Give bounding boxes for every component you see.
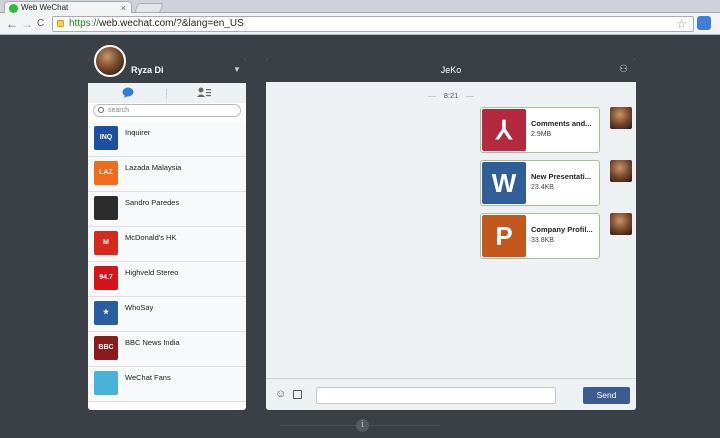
contact-avatar-icon: BBC: [94, 336, 118, 360]
contact-list: INQ Inquirer LAZ Lazada Malaysia Sandro Pare…: [88, 122, 246, 410]
contact-name: McDonald's HK: [125, 233, 177, 242]
contact-name: BBC News India: [125, 338, 180, 347]
file-type-icon: ⅄: [482, 109, 526, 151]
contact-item[interactable]: 94.7 Highveld Stereo: [88, 262, 246, 297]
contact-name: WhoSay: [125, 303, 154, 312]
wechat-favicon-icon: [9, 4, 18, 13]
file-message[interactable]: ⅄ Comments and... 2.9MB: [480, 107, 600, 153]
attach-file-icon[interactable]: [293, 390, 302, 399]
browser-toolbar: ← → C https://web.wechat.com/?&lang=en_U…: [0, 13, 720, 35]
file-size: 33.8KB: [531, 237, 554, 244]
back-icon[interactable]: ←: [6, 17, 18, 31]
chats-tab[interactable]: [108, 87, 148, 99]
info-icon[interactable]: i: [356, 419, 369, 432]
contact-item[interactable]: LAZ Lazada Malaysia: [88, 157, 246, 192]
composer: ☺ Send: [266, 378, 636, 410]
contact-name: WeChat Fans: [125, 373, 171, 382]
sender-avatar[interactable]: [610, 107, 632, 129]
contact-avatar-icon: ★: [94, 301, 118, 325]
search-placeholder: search: [108, 107, 130, 114]
url-scheme: https://: [69, 18, 100, 29]
user-name: Ryza Di: [131, 65, 164, 75]
profile-menu-caret-icon[interactable]: ▼: [233, 65, 241, 74]
browser-tab-bar: Web WeChat ×: [0, 0, 720, 14]
contact-item[interactable]: Sandro Paredes: [88, 192, 246, 227]
search-icon: [98, 107, 104, 113]
user-avatar[interactable]: [94, 45, 126, 77]
chat-panel: JeKo ⚇ 8:21 ⅄ Comments and... 2.9MB W New Pr…: [266, 58, 636, 410]
sender-avatar[interactable]: [610, 160, 632, 182]
reload-icon[interactable]: C: [37, 17, 44, 31]
time-label: 8:21: [435, 91, 467, 100]
contact-avatar-icon: LAZ: [94, 161, 118, 185]
contact-name: Sandro Paredes: [125, 198, 180, 207]
file-type-icon: P: [482, 215, 526, 257]
contact-avatar-icon: [94, 196, 118, 220]
contact-item[interactable]: M McDonald's HK: [88, 227, 246, 262]
file-message[interactable]: P Company Profil... 33.8KB: [480, 213, 600, 259]
sender-avatar[interactable]: [610, 213, 632, 235]
file-name: New Presentati...: [531, 172, 592, 181]
contacts-panel: Ryza Di ▼ search INQ Inquirer LAZ Lazada Ma…: [88, 58, 246, 410]
forward-icon[interactable]: →: [21, 17, 33, 31]
tab-title: Web WeChat: [21, 3, 69, 12]
contact-item[interactable]: BBC BBC News India: [88, 332, 246, 367]
contact-item[interactable]: ★ WhoSay: [88, 297, 246, 332]
chat-bubble-icon: [122, 87, 134, 98]
file-size: 23.4KB: [531, 184, 554, 191]
chat-title: JeKo: [440, 65, 462, 75]
new-tab-button[interactable]: [134, 3, 164, 13]
contact-avatar-icon: [94, 371, 118, 395]
contact-name: Lazada Malaysia: [125, 163, 182, 172]
contact-avatar-icon: 94.7: [94, 266, 118, 290]
contact-name: Highveld Stereo: [125, 268, 179, 277]
panel-tabs: [88, 83, 246, 103]
file-type-icon: W: [482, 162, 526, 204]
lock-icon: [57, 20, 64, 27]
message-input[interactable]: [316, 387, 556, 404]
time-divider: 8:21: [266, 91, 636, 100]
search-input[interactable]: search: [93, 104, 241, 117]
contact-name: Inquirer: [125, 128, 151, 137]
file-name: Comments and...: [531, 119, 592, 128]
contacts-icon: [197, 87, 211, 97]
file-name: Company Profil...: [531, 225, 593, 234]
bookmark-star-icon[interactable]: ☆: [676, 17, 687, 31]
extension-icon[interactable]: [697, 16, 711, 30]
send-button[interactable]: Send: [583, 387, 630, 404]
group-members-icon[interactable]: ⚇: [619, 65, 628, 75]
contact-item[interactable]: INQ Inquirer: [88, 122, 246, 157]
chat-header: JeKo ⚇: [266, 58, 636, 82]
contact-avatar-icon: M: [94, 231, 118, 255]
contacts-tab[interactable]: [184, 87, 224, 99]
file-message[interactable]: W New Presentati... 23.4KB: [480, 160, 600, 206]
url-text: web.wechat.com/?&lang=en_US: [99, 18, 244, 29]
address-bar[interactable]: https://web.wechat.com/?&lang=en_US ☆: [52, 16, 694, 32]
emoji-icon[interactable]: ☺: [275, 389, 286, 400]
contact-item[interactable]: WeChat Fans: [88, 367, 246, 402]
file-size: 2.9MB: [531, 131, 552, 138]
contact-avatar-icon: INQ: [94, 126, 118, 150]
tab-divider: [166, 89, 167, 99]
